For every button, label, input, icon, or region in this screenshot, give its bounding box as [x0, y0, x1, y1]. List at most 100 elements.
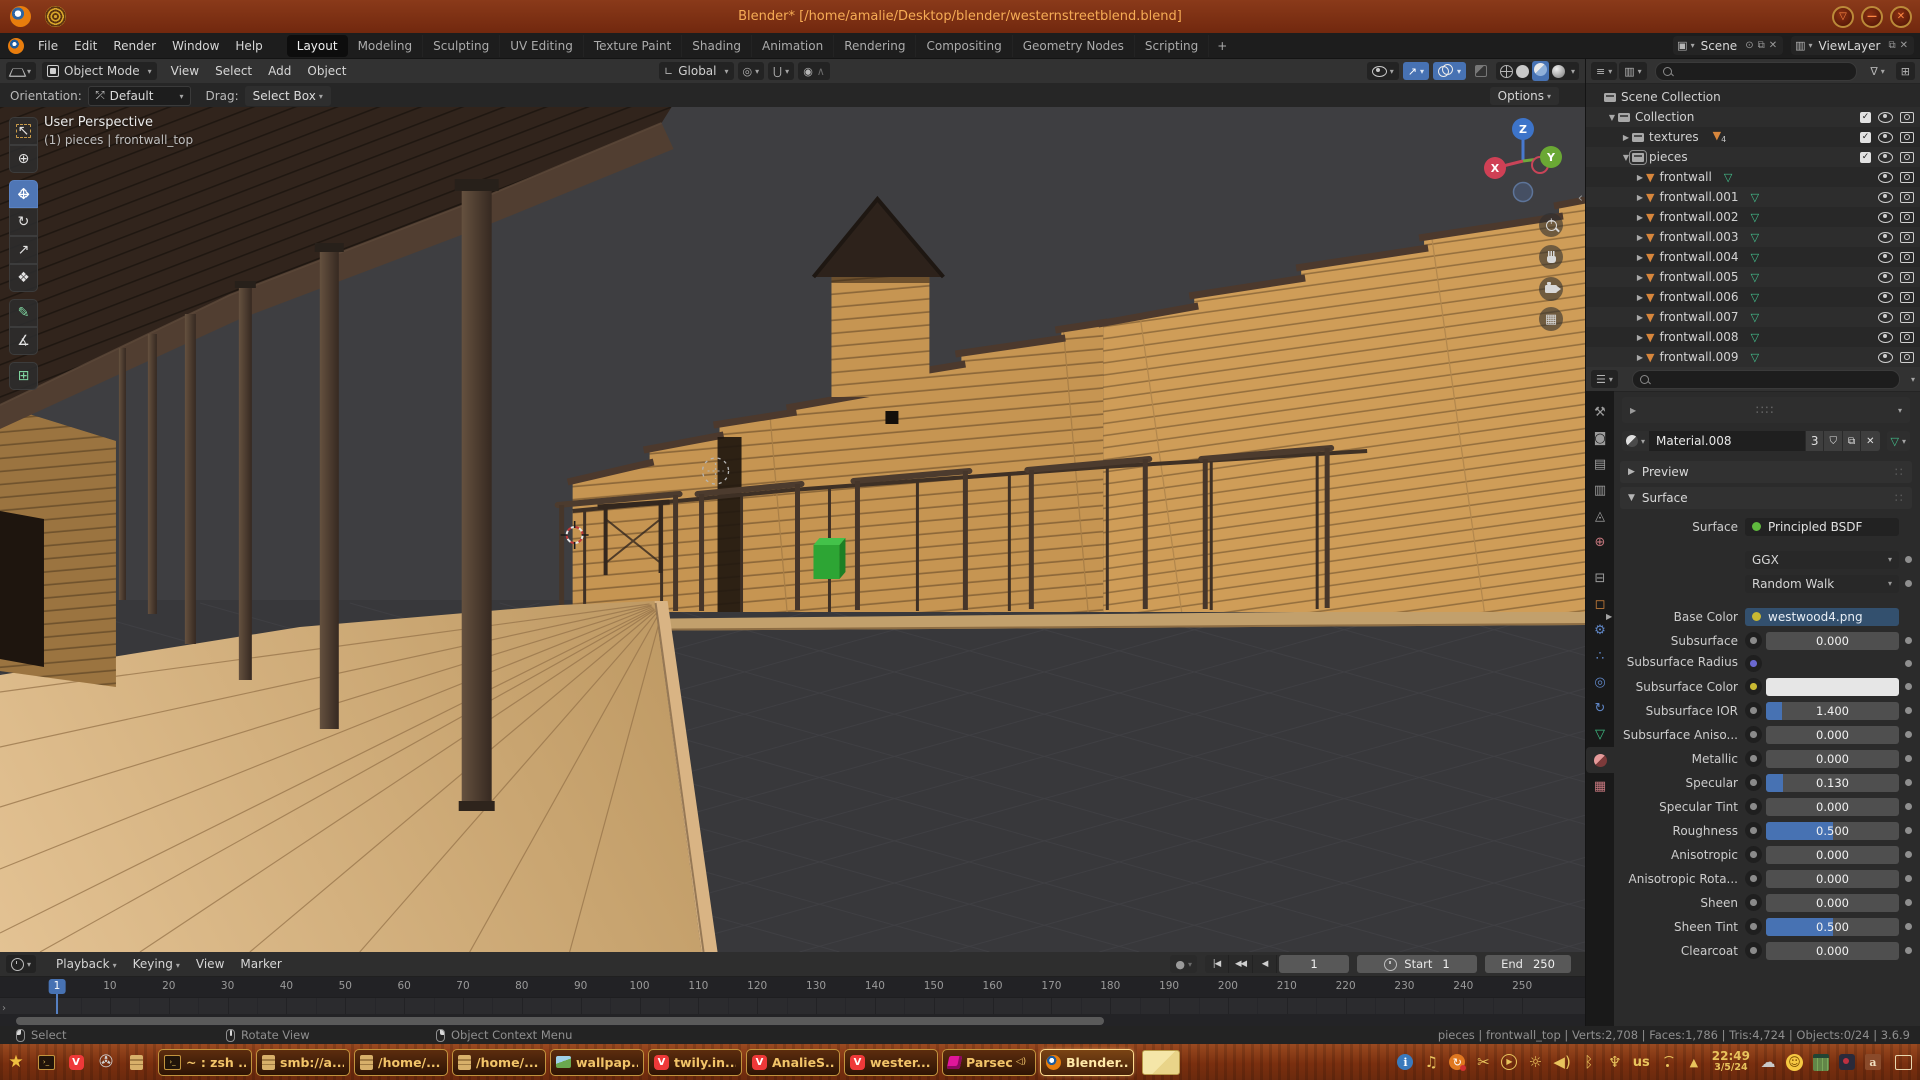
- decorator-dot[interactable]: [1745, 846, 1762, 863]
- expand-arrow-icon[interactable]: ▶: [1634, 253, 1646, 262]
- timeline-editor-type-button[interactable]: ▾: [6, 955, 36, 973]
- keyframe-dot[interactable]: [1905, 779, 1912, 786]
- current-frame-badge[interactable]: 1: [49, 979, 66, 994]
- keyframe-dot[interactable]: [1905, 803, 1912, 810]
- minimize-window-button[interactable]: —: [1861, 6, 1883, 28]
- keyframe-dot[interactable]: [1905, 637, 1912, 644]
- hide-eye-icon[interactable]: [1878, 312, 1893, 323]
- hide-eye-icon[interactable]: [1878, 212, 1893, 223]
- outliner-row-textures[interactable]: ▶textures▼4✓: [1586, 127, 1920, 147]
- hide-eye-icon[interactable]: [1878, 292, 1893, 303]
- timeline-menu-keying[interactable]: Keying▾: [125, 954, 188, 974]
- music-tray-icon[interactable]: ♫: [1423, 1055, 1439, 1070]
- decorator-dot[interactable]: [1745, 655, 1762, 672]
- outliner-row-collection[interactable]: ▼Collection✓: [1586, 107, 1920, 127]
- properties-tab-physics[interactable]: ◎: [1586, 669, 1614, 695]
- value-slider[interactable]: 0.500: [1766, 822, 1899, 840]
- menu-window[interactable]: Window: [164, 36, 227, 56]
- update-tray-icon[interactable]: ↻: [1449, 1054, 1465, 1070]
- outliner-row-frontwall-006[interactable]: ▶▼frontwall.006▽: [1586, 287, 1920, 307]
- decorator-dot[interactable]: [1745, 822, 1762, 839]
- workspace-tab-animation[interactable]: Animation: [752, 35, 834, 57]
- blender-menu-icon[interactable]: [8, 38, 24, 54]
- bluetooth-tray-icon[interactable]: ᛒ: [1581, 1055, 1597, 1070]
- transform-tool-button[interactable]: ❖: [9, 264, 38, 292]
- properties-tab-world[interactable]: ⊕: [1586, 529, 1614, 555]
- taskbar-window-analies-[interactable]: VAnalieS...: [746, 1049, 840, 1076]
- snap-toggle[interactable]: ⋃▾: [768, 62, 794, 80]
- disable-render-icon[interactable]: [1900, 352, 1914, 363]
- jump-start-button[interactable]: |◀: [1205, 955, 1229, 973]
- cursor-tool-button[interactable]: ⊕: [9, 145, 38, 173]
- outliner-row-frontwall-007[interactable]: ▶▼frontwall.007▽: [1586, 307, 1920, 327]
- timeline-strip[interactable]: 1102030405060708090100110120130140150160…: [0, 977, 1585, 1014]
- workspace-tab-modeling[interactable]: Modeling: [348, 35, 424, 57]
- outliner-search-input[interactable]: [1655, 62, 1858, 81]
- outliner-filter-button[interactable]: ∇▾: [1865, 62, 1889, 80]
- properties-breadcrumb[interactable]: ▶∷∷▾: [1622, 397, 1910, 423]
- unlink-material-icon[interactable]: ✕: [1860, 431, 1879, 451]
- show-desktop-tray-icon[interactable]: [1895, 1055, 1912, 1070]
- outliner-row-frontwall-008[interactable]: ▶▼frontwall.008▽: [1586, 327, 1920, 347]
- taskbar-window-smb-a-[interactable]: smb://a...: [256, 1049, 350, 1076]
- lamp-tray-icon[interactable]: ☼: [1527, 1055, 1543, 1070]
- select-box-tool-button[interactable]: ↖: [9, 117, 38, 145]
- menu-file[interactable]: File: [30, 36, 66, 56]
- workspace-tab-sculpting[interactable]: Sculpting: [423, 35, 500, 57]
- properties-tab-particles[interactable]: ∴: [1586, 643, 1614, 669]
- value-slider[interactable]: 0.000: [1766, 726, 1899, 744]
- keyframe-dot[interactable]: [1905, 923, 1912, 930]
- decorator-dot[interactable]: [1745, 798, 1762, 815]
- delete-scene-icon[interactable]: ✕: [1767, 40, 1779, 51]
- add-cube-tool-button[interactable]: ⊞: [9, 362, 38, 390]
- decorator-dot[interactable]: [1745, 918, 1762, 935]
- tower-body[interactable]: [831, 275, 929, 397]
- keyframe-dot[interactable]: [1905, 947, 1912, 954]
- expand-arrow-icon[interactable]: ▼: [1606, 113, 1618, 122]
- keyframe-dot[interactable]: [1905, 851, 1912, 858]
- solid-shading-icon[interactable]: [1516, 65, 1529, 78]
- auto-keying-toggle[interactable]: ●▾: [1170, 955, 1197, 973]
- expand-arrow-icon[interactable]: ▶: [1634, 213, 1646, 222]
- zoom-button[interactable]: [1539, 213, 1563, 237]
- hide-eye-icon[interactable]: [1878, 332, 1893, 343]
- decorator-dot[interactable]: [1745, 726, 1762, 743]
- menu-help[interactable]: Help: [227, 36, 270, 56]
- timeline-menu-marker[interactable]: Marker: [232, 954, 289, 974]
- workspace-tab-texture-paint[interactable]: Texture Paint: [584, 35, 682, 57]
- prev-keyframe-button[interactable]: ◀◀: [1229, 955, 1253, 973]
- hide-eye-icon[interactable]: [1878, 272, 1893, 283]
- properties-editor-type-button[interactable]: ☰▾: [1591, 370, 1618, 388]
- keyframe-dot[interactable]: [1905, 875, 1912, 882]
- play-reverse-button[interactable]: ◀: [1253, 955, 1277, 973]
- outliner-row-scene-collection[interactable]: Scene Collection: [1586, 87, 1920, 107]
- outliner-row-frontwall-004[interactable]: ▶▼frontwall.004▽: [1586, 247, 1920, 267]
- value-slider[interactable]: 0.000: [1766, 798, 1899, 816]
- usb-tray-icon[interactable]: ♆: [1607, 1055, 1623, 1070]
- workspace-tab-rendering[interactable]: Rendering: [834, 35, 916, 57]
- perspective-toggle-button[interactable]: ▦: [1539, 307, 1563, 331]
- decorator-dot[interactable]: [1745, 750, 1762, 767]
- value-slider[interactable]: 0.000: [1766, 632, 1899, 650]
- proportional-edit-toggle[interactable]: ◉∧: [798, 62, 830, 80]
- decorator-dot[interactable]: [1745, 942, 1762, 959]
- disable-render-icon[interactable]: [1900, 292, 1914, 303]
- view-layer-name[interactable]: ViewLayer: [1819, 39, 1881, 53]
- viewport-menu-view[interactable]: View: [163, 61, 207, 81]
- info-tray-icon[interactable]: i: [1397, 1054, 1413, 1070]
- material-filter-button[interactable]: ▽▾: [1887, 431, 1910, 451]
- transform-orientation-dropdown[interactable]: ∟ Global▾: [659, 62, 734, 80]
- new-scene-icon[interactable]: ⧉: [1756, 40, 1767, 51]
- expand-arrow-icon[interactable]: ▶: [1634, 333, 1646, 342]
- menu-render[interactable]: Render: [105, 36, 164, 56]
- shader-node-field[interactable]: Principled BSDF: [1745, 518, 1899, 536]
- disable-render-icon[interactable]: [1900, 152, 1914, 163]
- menu-edit[interactable]: Edit: [66, 36, 105, 56]
- decorator-dot[interactable]: [1745, 894, 1762, 911]
- disable-render-icon[interactable]: [1900, 252, 1914, 263]
- expand-arrow-icon[interactable]: ▶: [1634, 233, 1646, 242]
- frame-end-field[interactable]: End 250: [1485, 955, 1571, 973]
- keyframe-dot[interactable]: [1905, 755, 1912, 762]
- hide-eye-icon[interactable]: [1878, 132, 1893, 143]
- disable-render-icon[interactable]: [1900, 312, 1914, 323]
